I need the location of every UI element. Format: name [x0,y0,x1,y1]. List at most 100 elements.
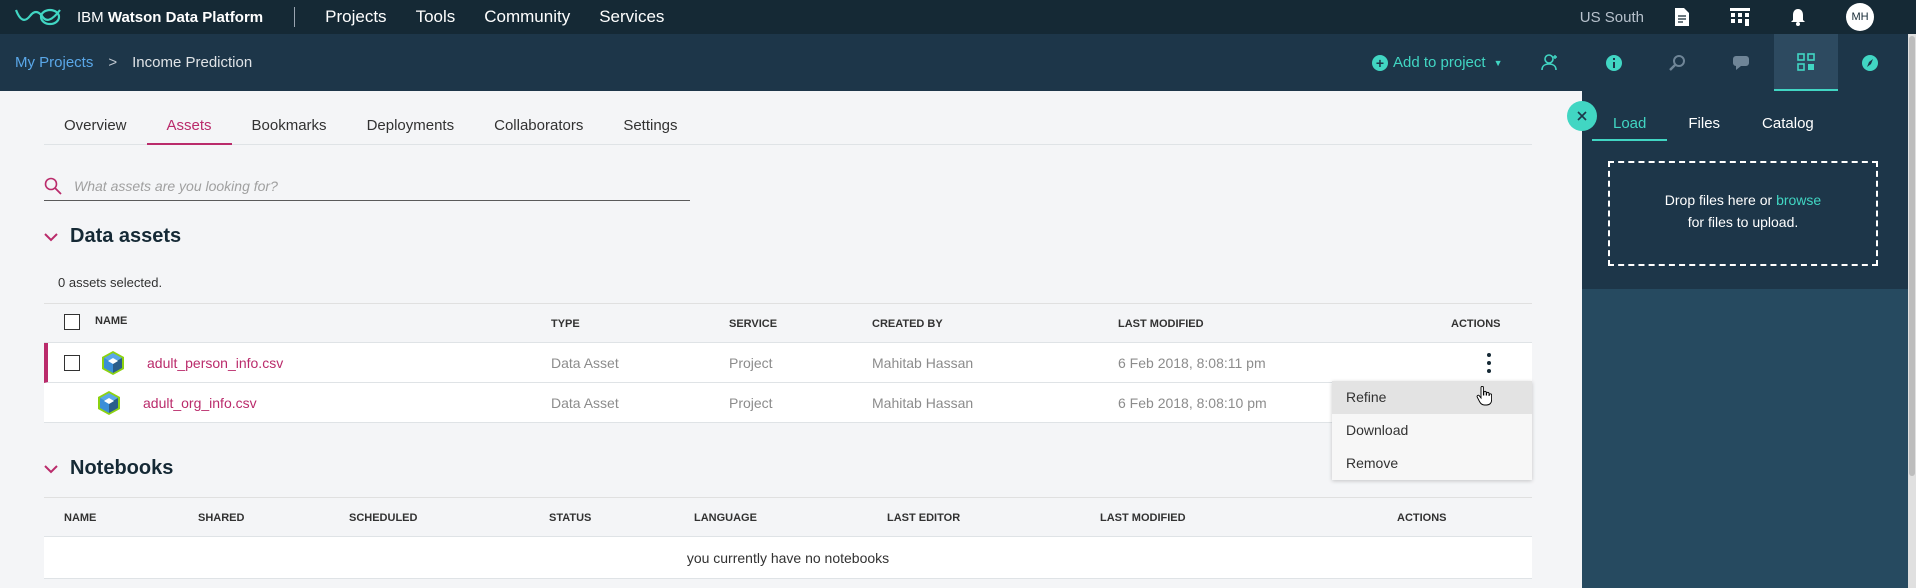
menu-item-refine[interactable]: Refine [1332,381,1532,414]
column-type[interactable]: TYPE [551,318,580,330]
add-to-project-button[interactable]: + Add to project ▼ [1372,54,1502,71]
asset-name-link[interactable]: adult_person_info.csv [147,355,283,371]
info-tab[interactable] [1582,34,1646,91]
page-scrollbar[interactable] [1908,34,1916,588]
document-icon[interactable] [1672,7,1692,27]
nav-projects[interactable]: Projects [325,7,386,27]
menu-item-download[interactable]: Download [1332,414,1532,447]
tab-collaborators[interactable]: Collaborators [474,91,603,145]
side-panel-tabs: Load Files Catalog [1592,91,1835,141]
overflow-menu-icon[interactable] [1485,353,1493,373]
breadcrumb-my-projects[interactable]: My Projects [15,54,93,71]
tab-settings[interactable]: Settings [603,91,697,145]
search-data-icon [1669,54,1685,71]
region-selector[interactable]: US South [1580,9,1644,26]
row-checkbox[interactable] [64,355,80,371]
data-asset-cube-icon [102,351,124,375]
brand-name: Watson Data Platform [107,8,264,26]
data-assets-icon [1797,52,1815,71]
data-asset-cube-icon [98,391,120,415]
column-status[interactable]: STATUS [549,512,591,524]
notebooks-title: Notebooks [70,457,174,479]
data-assets-table: NAME TYPE SERVICE CREATED BY LAST MODIFI… [44,303,1532,423]
table-row[interactable]: adult_org_info.csv Data Asset Project Ma… [44,383,1532,423]
top-navigation-bar: IBM Watson Data Platform Projects Tools … [0,0,1916,34]
add-collaborator-icon[interactable] [1540,53,1558,76]
asset-type: Data Asset [551,355,619,371]
tab-overview[interactable]: Overview [44,91,147,145]
project-header-bar: My Projects > Income Prediction + Add to… [0,34,1582,91]
asset-service: Project [729,395,773,411]
column-name[interactable]: NAME [64,512,96,524]
top-right-controls: US South MH [1580,0,1916,34]
scrollbar-thumb[interactable] [1909,36,1915,476]
asset-service: Project [729,355,773,371]
side-panel: Load Files Catalog Drop files here or br… [1582,91,1908,588]
notebooks-table: NAME SHARED SCHEDULED STATUS LANGUAGE LA… [44,497,1532,579]
nav-services[interactable]: Services [599,7,664,27]
column-last-modified[interactable]: LAST MODIFIED [1118,318,1204,330]
column-created-by[interactable]: CREATED BY [872,318,943,330]
chevron-down-icon [44,464,58,473]
plus-icon: + [1372,54,1388,71]
table-row[interactable]: adult_person_info.csv Data Asset Project… [44,343,1532,383]
asset-last-modified: 6 Feb 2018, 8:08:11 pm [1118,355,1266,371]
catalog-grid-icon[interactable] [1730,7,1750,27]
side-panel-toolbar [1582,34,1908,91]
nav-tools[interactable]: Tools [416,7,456,27]
brand-prefix: IBM [77,8,104,26]
select-all-checkbox[interactable] [64,314,80,330]
asset-name-link[interactable]: adult_org_info.csv [143,395,257,411]
data-assets-title: Data assets [70,225,182,247]
asset-actions-menu: Refine Download Remove [1332,381,1532,480]
data-assets-table-header: NAME TYPE SERVICE CREATED BY LAST MODIFI… [44,303,1532,343]
search-input[interactable] [74,177,674,194]
drop-text: Drop files here or [1664,192,1777,208]
notebooks-table-header: NAME SHARED SCHEDULED STATUS LANGUAGE LA… [44,497,1532,537]
compass-icon [1862,54,1878,71]
asset-search [44,171,690,201]
column-last-editor[interactable]: LAST EDITOR [887,512,960,524]
breadcrumb-current-project: Income Prediction [132,54,253,71]
nav-divider [294,7,296,27]
project-tabs: Overview Assets Bookmarks Deployments Co… [44,91,1532,145]
column-language[interactable]: LANGUAGE [694,512,757,524]
tab-assets[interactable]: Assets [146,91,232,145]
brand-title[interactable]: IBM Watson Data Platform [77,9,263,26]
main-nav: Projects Tools Community Services [325,7,693,27]
main-content: Overview Assets Bookmarks Deployments Co… [0,91,1582,588]
tab-bookmarks[interactable]: Bookmarks [232,91,347,145]
tab-files[interactable]: Files [1667,91,1741,141]
tab-deployments[interactable]: Deployments [347,91,475,145]
tab-load[interactable]: Load [1592,91,1668,141]
browse-link[interactable]: browse [1776,192,1821,208]
column-service[interactable]: SERVICE [729,318,777,330]
data-assets-tab[interactable] [1774,34,1838,91]
notification-bell-icon[interactable] [1788,7,1808,27]
user-avatar[interactable]: MH [1846,3,1874,31]
tab-catalog[interactable]: Catalog [1741,91,1835,141]
selection-count: 0 assets selected. [58,275,163,290]
hand-cursor-icon [1476,386,1492,406]
watson-logo-icon[interactable] [14,6,62,28]
search-icon [44,177,62,195]
column-scheduled[interactable]: SCHEDULED [349,512,417,524]
notebooks-section-header[interactable]: Notebooks [44,457,173,480]
column-last-modified[interactable]: LAST MODIFIED [1100,512,1186,524]
find-data-tab[interactable] [1646,34,1710,91]
column-name[interactable]: NAME [95,315,127,327]
asset-created-by: Mahitab Hassan [872,355,974,371]
explore-tab[interactable] [1838,34,1902,91]
drop-text-secondary: for files to upload. [1687,214,1799,230]
column-shared[interactable]: SHARED [198,512,244,524]
caret-down-icon: ▼ [1493,57,1503,68]
add-to-project-label: Add to project [1393,54,1486,71]
column-actions: ACTIONS [1451,318,1501,330]
close-panel-button[interactable] [1567,101,1597,131]
comments-tab[interactable] [1710,34,1774,91]
nav-community[interactable]: Community [484,7,570,27]
menu-item-remove[interactable]: Remove [1332,447,1532,480]
data-assets-section-header[interactable]: Data assets [44,225,181,248]
file-drop-zone[interactable]: Drop files here or browse for files to u… [1608,161,1878,266]
info-icon [1606,54,1622,71]
